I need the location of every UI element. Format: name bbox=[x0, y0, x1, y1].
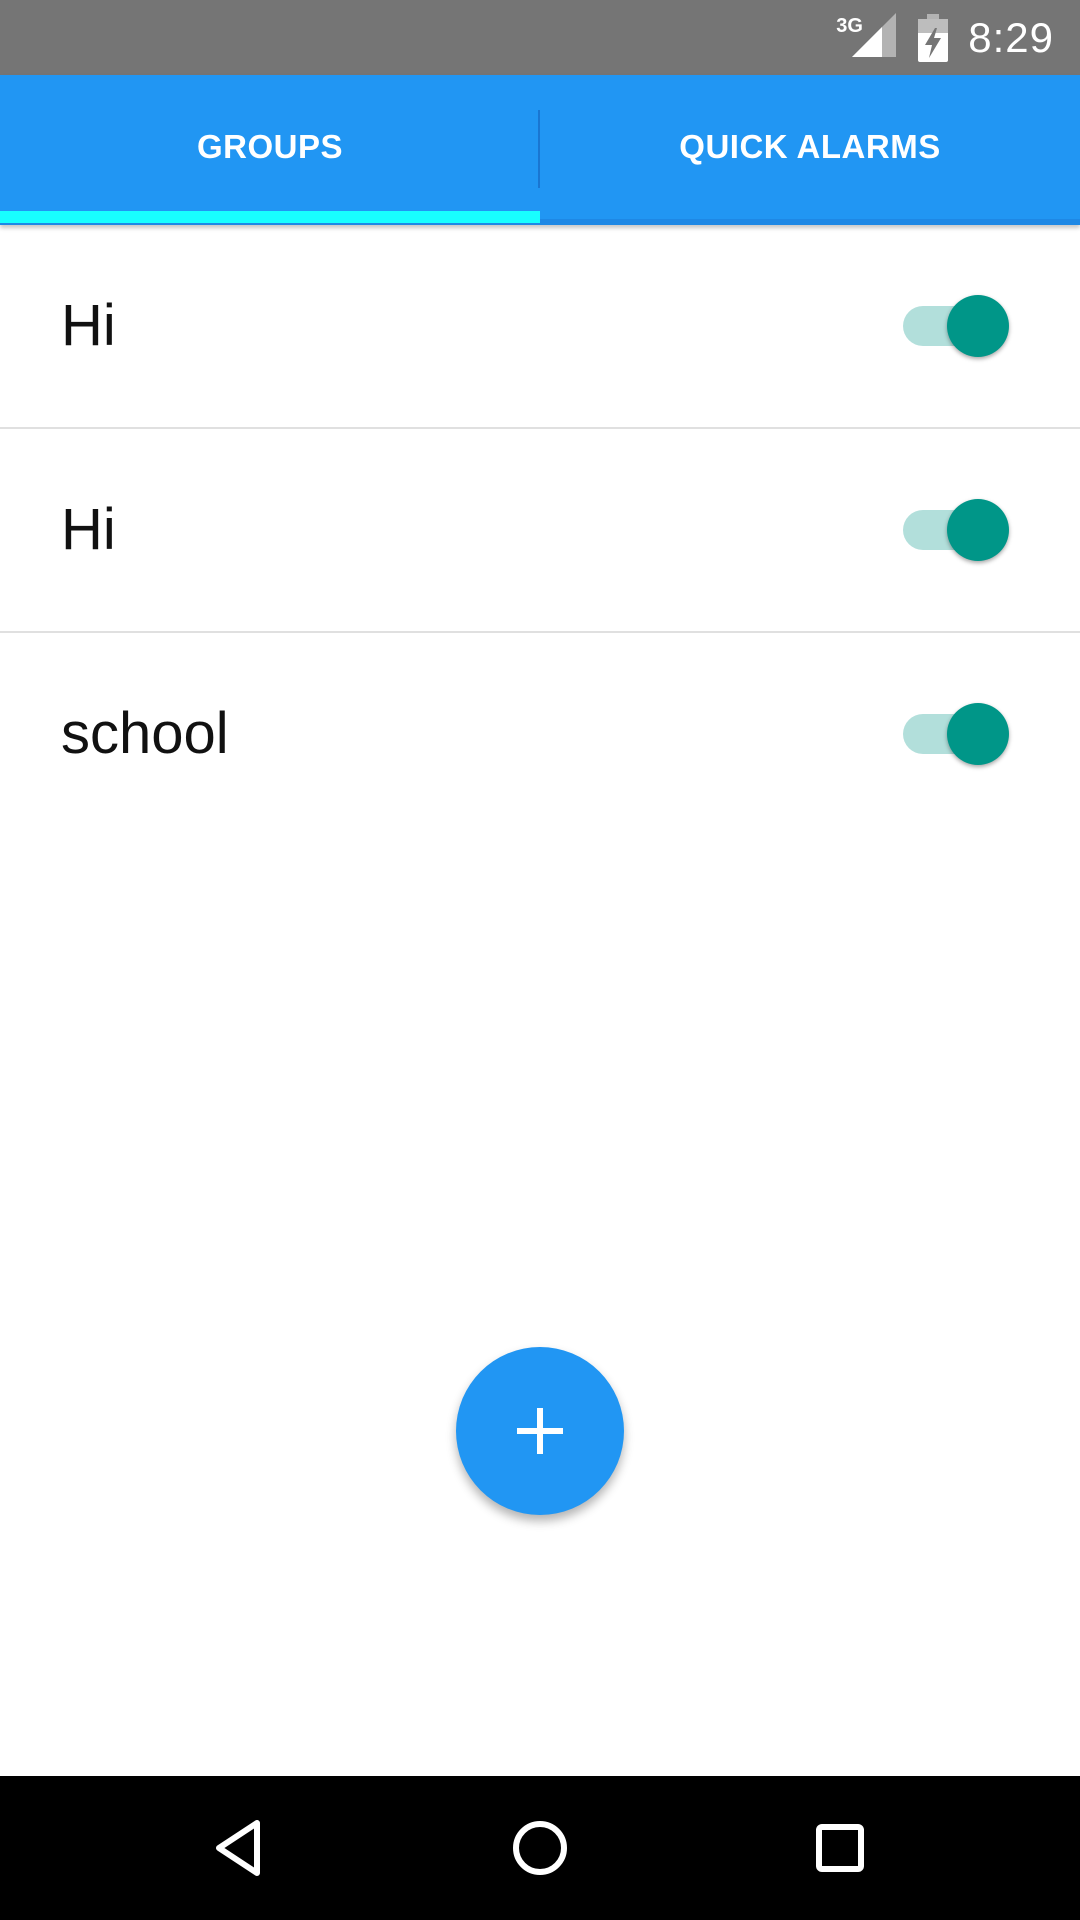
status-clock: 8:29 bbox=[968, 13, 1054, 61]
group-name: Hi bbox=[61, 497, 116, 562]
group-list-item[interactable]: Hi bbox=[0, 225, 1080, 429]
status-bar: 3G 8:29 bbox=[0, 0, 1080, 75]
switch-thumb bbox=[947, 499, 1009, 561]
cell-signal-icon bbox=[852, 12, 897, 57]
status-icons: 3G 8:29 bbox=[836, 0, 1054, 75]
group-enabled-switch[interactable] bbox=[903, 703, 1009, 765]
group-enabled-switch[interactable] bbox=[903, 295, 1009, 357]
tab-bar: GROUPS QUICK ALARMS bbox=[0, 75, 1080, 225]
switch-thumb bbox=[947, 703, 1009, 765]
group-name: school bbox=[61, 701, 229, 766]
plus-icon bbox=[517, 1408, 563, 1454]
back-icon[interactable] bbox=[205, 1813, 275, 1883]
home-icon[interactable] bbox=[505, 1813, 575, 1883]
signal-indicator: 3G bbox=[836, 12, 897, 63]
group-list: Hi Hi school bbox=[0, 225, 1080, 835]
group-name: Hi bbox=[61, 293, 116, 358]
system-navigation-bar bbox=[0, 1776, 1080, 1920]
battery-charging-icon bbox=[918, 13, 949, 62]
switch-thumb bbox=[947, 295, 1009, 357]
group-list-item[interactable]: Hi bbox=[0, 429, 1080, 633]
tab-selected-indicator bbox=[0, 211, 540, 223]
group-list-item[interactable]: school bbox=[0, 633, 1080, 835]
tab-groups[interactable]: GROUPS bbox=[0, 75, 540, 219]
group-enabled-switch[interactable] bbox=[903, 499, 1009, 561]
tab-quick-alarms[interactable]: QUICK ALARMS bbox=[540, 75, 1080, 219]
recents-icon[interactable] bbox=[805, 1813, 875, 1883]
add-group-button[interactable] bbox=[456, 1347, 624, 1515]
